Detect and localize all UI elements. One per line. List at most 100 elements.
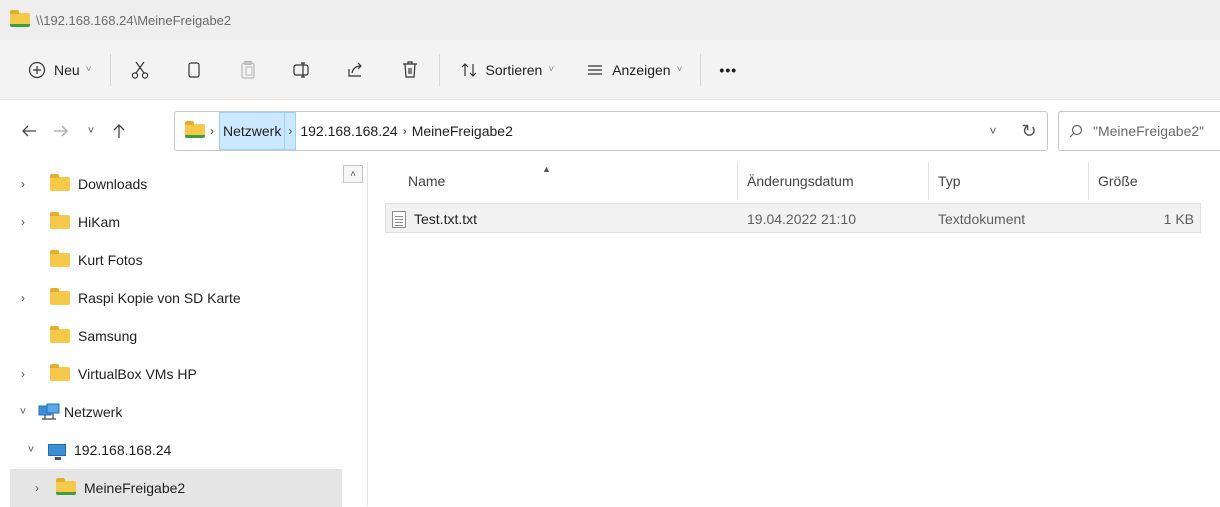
copy-icon bbox=[183, 59, 205, 81]
file-date: 19.04.2022 21:10 bbox=[747, 211, 856, 227]
sidebar-item-label: Raspi Kopie von SD Karte bbox=[78, 290, 241, 306]
toolbar-divider bbox=[438, 53, 440, 86]
cut-button[interactable] bbox=[121, 52, 159, 88]
folder-icon bbox=[50, 212, 70, 229]
sidebar-item-host[interactable]: ˅ 192.168.168.24 bbox=[10, 431, 342, 469]
chevron-down-icon: ˅ bbox=[676, 64, 683, 75]
sidebar-item-meinefreigabe2[interactable]: › MeineFreigabe2 bbox=[10, 469, 342, 507]
expand-chevron-icon[interactable]: › bbox=[24, 481, 50, 495]
new-label: Neu bbox=[54, 61, 80, 78]
sidebar-item-label: Samsung bbox=[78, 328, 138, 344]
file-name: Test.txt.txt bbox=[414, 211, 478, 227]
chevron-down-icon: ˅ bbox=[85, 64, 92, 75]
breadcrumb-separator-icon[interactable]: › bbox=[398, 124, 412, 138]
sort-label: Sortieren bbox=[485, 61, 543, 78]
share-button[interactable] bbox=[337, 52, 375, 88]
up-arrow-icon[interactable] bbox=[106, 118, 132, 144]
command-bar: Neu ˅ Sortieren ˅ Anzeigen ˅ ••• bbox=[0, 40, 1220, 100]
sidebar-item-samsung[interactable]: Samsung bbox=[10, 317, 342, 355]
trash-icon bbox=[399, 59, 421, 81]
breadcrumb-separator-icon[interactable]: › bbox=[205, 124, 219, 138]
search-box[interactable]: "MeineFreigabe2" bbox=[1058, 111, 1220, 151]
rename-button[interactable] bbox=[283, 52, 321, 88]
sidebar-item-virtualbox[interactable]: › VirtualBox VMs HP bbox=[10, 355, 342, 393]
more-options-button[interactable]: ••• bbox=[711, 52, 745, 88]
sidebar-item-label: 192.168.168.24 bbox=[74, 442, 172, 458]
file-type: Textdokument bbox=[938, 211, 1026, 227]
sidebar-item-kurt-fotos[interactable]: Kurt Fotos bbox=[10, 241, 342, 279]
address-actions: ˅ ↻ bbox=[975, 112, 1047, 150]
sidebar-item-raspi-kopie[interactable]: › Raspi Kopie von SD Karte bbox=[10, 279, 342, 317]
sidebar-item-label: MeineFreigabe2 bbox=[84, 480, 186, 496]
chevron-down-icon: ˅ bbox=[548, 64, 555, 75]
expand-chevron-icon[interactable]: › bbox=[10, 215, 36, 229]
scroll-up-arrow-icon[interactable]: ˄ bbox=[343, 165, 363, 183]
rename-icon bbox=[291, 59, 313, 81]
navigation-pane: › Downloads › HiKam Kurt Fotos › Raspi K… bbox=[0, 162, 368, 507]
search-icon bbox=[1069, 124, 1083, 138]
title-bar: \\192.168.168.24\MeineFreigabe2 bbox=[0, 0, 1220, 40]
share-icon bbox=[345, 59, 367, 81]
paste-button[interactable] bbox=[229, 52, 267, 88]
folder-icon bbox=[185, 121, 205, 138]
forward-arrow-icon[interactable] bbox=[48, 118, 74, 144]
breadcrumb-host[interactable]: 192.168.168.24 bbox=[300, 123, 397, 139]
folder-icon bbox=[10, 10, 30, 27]
folder-icon bbox=[50, 326, 70, 343]
search-placeholder: "MeineFreigabe2" bbox=[1093, 123, 1205, 139]
collapse-chevron-icon[interactable]: ˅ bbox=[18, 444, 44, 456]
column-header-size[interactable]: Größe bbox=[1089, 162, 1201, 200]
sort-button[interactable]: Sortieren ˅ bbox=[450, 52, 563, 88]
breadcrumb-netzwerk[interactable]: Netzwerk bbox=[219, 112, 286, 150]
file-size: 1 KB bbox=[1163, 211, 1194, 227]
file-name-cell: Test.txt.txt bbox=[392, 204, 477, 234]
window-title: \\192.168.168.24\MeineFreigabe2 bbox=[36, 12, 232, 28]
toolbar-divider bbox=[700, 53, 702, 86]
sidebar-item-label: Netzwerk bbox=[64, 404, 123, 420]
expand-chevron-icon[interactable]: › bbox=[10, 177, 36, 191]
folder-icon bbox=[50, 288, 70, 305]
refresh-icon[interactable]: ↻ bbox=[1011, 121, 1047, 142]
sidebar-item-label: VirtualBox VMs HP bbox=[78, 366, 197, 382]
text-document-icon bbox=[392, 210, 406, 228]
address-bar[interactable]: › Netzwerk › 192.168.168.24 › MeineFreig… bbox=[174, 111, 1048, 151]
column-header-type[interactable]: Typ bbox=[929, 162, 1089, 200]
toolbar-divider bbox=[109, 53, 111, 86]
clipboard-icon bbox=[237, 59, 259, 81]
expand-chevron-icon[interactable]: › bbox=[10, 367, 36, 381]
table-row[interactable]: Test.txt.txt 19.04.2022 21:10 Textdokume… bbox=[385, 203, 1201, 233]
sort-ascending-icon: ▲ bbox=[542, 164, 551, 174]
sort-icon bbox=[458, 59, 480, 81]
expand-chevron-icon[interactable]: › bbox=[10, 291, 36, 305]
sidebar-item-label: HiKam bbox=[78, 214, 121, 230]
sidebar-item-downloads[interactable]: › Downloads bbox=[10, 165, 342, 203]
copy-button[interactable] bbox=[175, 52, 213, 88]
sidebar-item-hikam[interactable]: › HiKam bbox=[10, 203, 342, 241]
collapse-chevron-icon[interactable]: ˅ bbox=[10, 406, 36, 418]
new-button[interactable]: Neu ˅ bbox=[18, 52, 100, 88]
network-icon bbox=[38, 403, 60, 421]
recent-locations-icon[interactable]: ˅ bbox=[78, 118, 104, 144]
file-list: ▲ Name Änderungsdatum Typ Größe Test.txt… bbox=[370, 162, 1220, 506]
folder-icon bbox=[50, 174, 70, 191]
breadcrumb-share[interactable]: MeineFreigabe2 bbox=[412, 123, 513, 139]
navigation-bar: ˅ › Netzwerk › 192.168.168.24 › MeineFre… bbox=[0, 100, 1220, 162]
sidebar-item-label: Downloads bbox=[78, 176, 148, 192]
delete-button[interactable] bbox=[391, 52, 429, 88]
view-label: Anzeigen bbox=[612, 61, 671, 78]
sidebar-item-label: Kurt Fotos bbox=[78, 252, 143, 268]
address-history-chevron-icon[interactable]: ˅ bbox=[975, 124, 1011, 138]
plus-circle-icon bbox=[26, 59, 48, 81]
view-list-icon bbox=[584, 59, 606, 81]
back-arrow-icon[interactable] bbox=[16, 118, 42, 144]
folder-icon bbox=[50, 364, 70, 381]
column-header-date[interactable]: Änderungsdatum bbox=[738, 162, 929, 200]
folder-icon bbox=[50, 250, 70, 267]
breadcrumb-separator-icon[interactable]: › bbox=[285, 112, 297, 150]
view-button[interactable]: Anzeigen ˅ bbox=[576, 52, 690, 88]
computer-icon bbox=[48, 444, 66, 460]
scissors-icon bbox=[129, 59, 151, 81]
sidebar-item-netzwerk[interactable]: ˅ Netzwerk bbox=[10, 393, 342, 431]
folder-icon bbox=[56, 478, 76, 495]
column-header-name[interactable]: ▲ Name bbox=[370, 162, 738, 200]
